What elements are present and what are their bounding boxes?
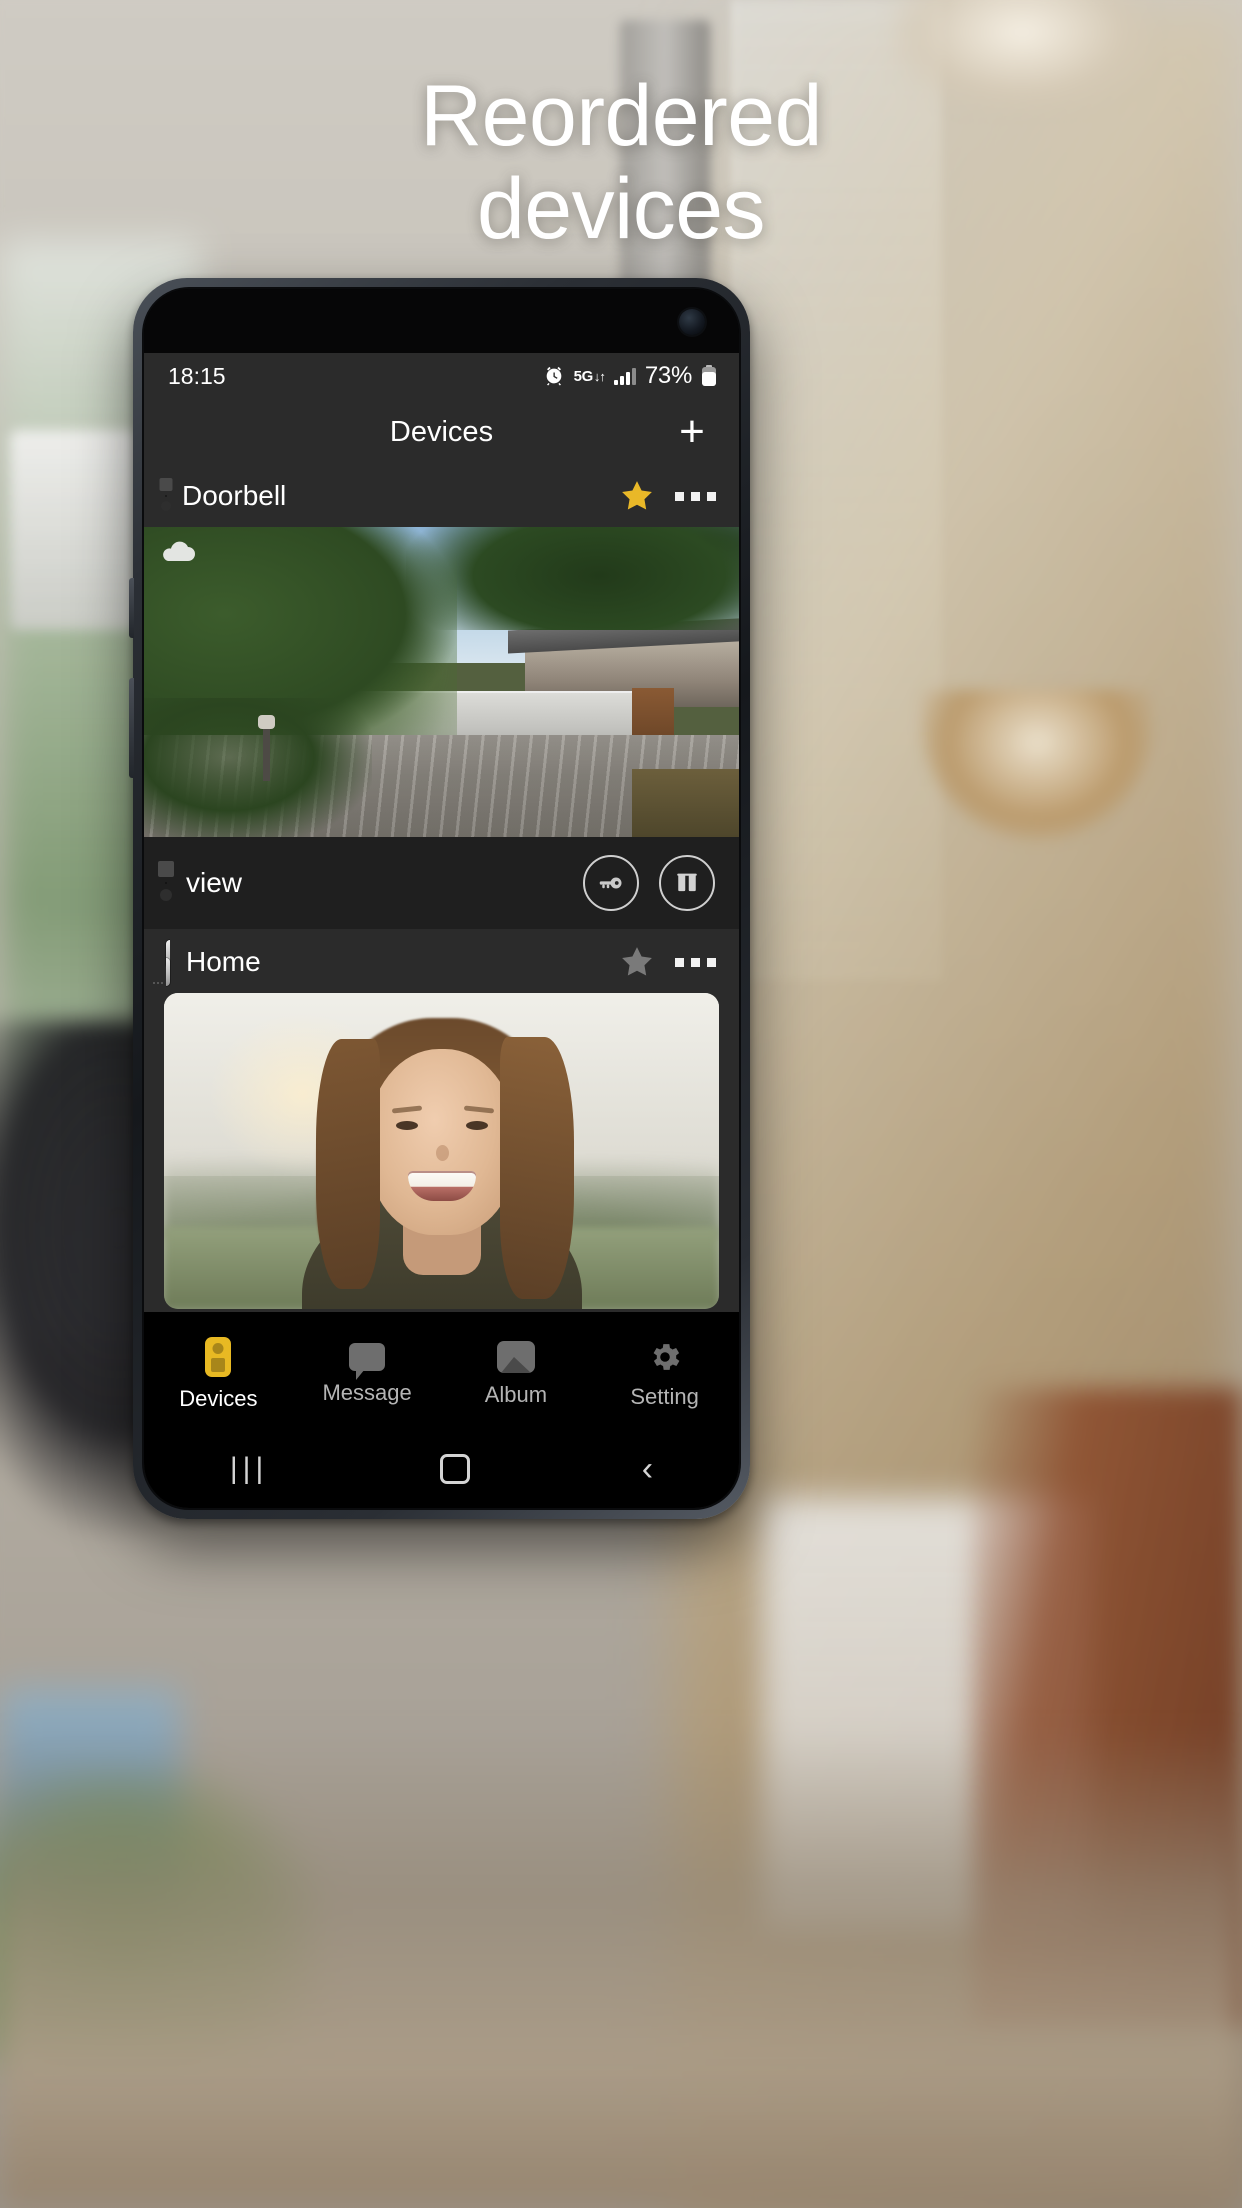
home-portrait-preview[interactable] <box>164 993 719 1309</box>
phone-mockup: 18:15 5G ↓↑ 73% Devices + Doorbell view … <box>129 278 750 1519</box>
home-square-icon[interactable] <box>440 1454 471 1484</box>
nav-label: Message <box>322 1379 412 1405</box>
album-icon <box>496 1340 535 1373</box>
unlock-button[interactable] <box>583 855 639 911</box>
nav-item-setting[interactable]: Setting <box>590 1339 739 1410</box>
doorbell-camera-preview[interactable] <box>144 527 739 837</box>
device-list[interactable]: Doorbell view Home <box>144 465 739 1312</box>
phone-screen-area: 18:15 5G ↓↑ 73% Devices + Doorbell view … <box>142 287 741 1510</box>
doorbell-icon <box>205 1336 232 1377</box>
front-camera-icon <box>679 309 705 335</box>
device-name-label: Doorbell <box>182 480 287 511</box>
back-icon[interactable]: ‹ <box>642 1452 653 1486</box>
signal-bars-icon <box>613 367 636 385</box>
message-icon <box>349 1342 386 1380</box>
indoor-monitor-icon <box>166 940 170 986</box>
gear-icon <box>647 1339 683 1375</box>
headline-line-2: devices <box>476 160 766 257</box>
alarm-clock-icon <box>543 365 565 387</box>
gate-button[interactable] <box>659 855 715 911</box>
device-header-home[interactable]: Home <box>144 931 739 993</box>
doorbell-control-row: view <box>144 837 739 929</box>
battery-icon <box>701 364 717 388</box>
phone-forehead <box>144 289 739 353</box>
bg-floor <box>0 1728 1242 2208</box>
nav-item-devices[interactable]: Devices <box>144 1336 293 1412</box>
headline: Reordered devices <box>0 70 1242 256</box>
headline-line-1: Reordered <box>420 68 822 164</box>
more-options-icon[interactable] <box>671 940 719 984</box>
nav-item-message[interactable]: Message <box>293 1342 442 1406</box>
recents-icon[interactable]: ||| <box>230 1452 268 1486</box>
device-header-doorbell[interactable]: Doorbell <box>144 465 739 527</box>
network-label: 5G <box>573 367 594 385</box>
android-navigation-bar: ||| ‹ <box>144 1430 739 1508</box>
favorite-star-icon[interactable] <box>615 474 659 518</box>
bg-bowl <box>922 690 1152 840</box>
nav-label: Setting <box>630 1383 699 1409</box>
network-arrows: ↓↑ <box>593 368 606 384</box>
status-icons: 5G ↓↑ 73% <box>543 362 717 390</box>
bg-lawn <box>0 1768 320 2068</box>
bottom-navigation: Devices Message Album Setting <box>144 1312 739 1430</box>
device-name-label: Home <box>186 946 261 977</box>
page-title: Devices <box>389 415 494 448</box>
bg-wood-panel <box>972 1388 1242 2028</box>
status-time: 18:15 <box>168 362 226 389</box>
device-card-doorbell: Doorbell view <box>144 465 739 929</box>
battery-percent-label: 73% <box>644 362 692 389</box>
device-card-home: Home <box>144 931 739 1309</box>
favorite-star-icon[interactable] <box>615 940 659 984</box>
bg-garage-door <box>762 1498 1092 1928</box>
control-label: view <box>186 867 243 898</box>
nav-item-album[interactable]: Album <box>442 1340 591 1408</box>
nav-label: Devices <box>179 1385 258 1411</box>
bg-water <box>0 1688 180 1908</box>
network-5g-icon: 5G ↓↑ <box>573 367 606 385</box>
add-device-button[interactable]: + <box>669 409 715 455</box>
phone-button-bixby[interactable] <box>129 578 134 638</box>
app-bar: Devices + <box>144 399 739 465</box>
status-bar: 18:15 5G ↓↑ 73% <box>144 353 739 399</box>
home-preview-card[interactable] <box>164 993 719 1309</box>
app-screen: 18:15 5G ↓↑ 73% Devices + Doorbell view … <box>144 353 739 1508</box>
bg-planter <box>10 430 140 630</box>
cloud-icon <box>158 539 198 565</box>
nav-label: Album <box>484 1381 548 1407</box>
more-options-icon[interactable] <box>671 474 719 518</box>
bg-warm-kitchen <box>670 0 1242 2208</box>
phone-button-volume[interactable] <box>129 678 134 778</box>
